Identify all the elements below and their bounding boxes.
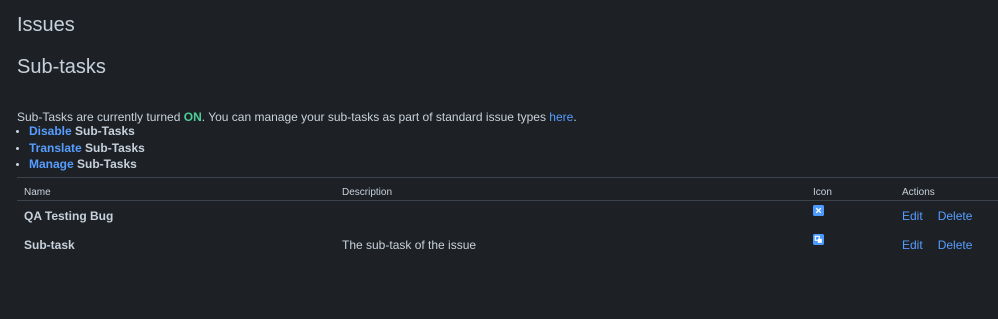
list-item: Translate Sub-Tasks (29, 140, 145, 157)
status-suffix: . (573, 110, 577, 124)
status-middle: . You can manage your sub-tasks as part … (201, 110, 550, 124)
row-icon-cell (806, 201, 895, 231)
list-item: Disable Sub-Tasks (29, 123, 145, 140)
issue-types-link[interactable]: here (549, 110, 573, 124)
page-title: Issues (17, 14, 75, 36)
table-row: QA Testing Bug Edit Delete (17, 201, 998, 231)
row-icon-cell (806, 230, 895, 259)
option-label: Sub-Tasks (81, 140, 145, 155)
edit-button[interactable]: Edit (902, 209, 923, 223)
column-header-actions: Actions (895, 184, 998, 201)
table-row: Sub-task The sub-task of the issue Edit D… (17, 230, 998, 259)
manage-subtasks-link[interactable]: Manage (29, 157, 74, 171)
delete-button[interactable]: Delete (938, 209, 973, 223)
subtask-icon (813, 233, 824, 245)
status-on-flag: ON (183, 110, 202, 124)
qa-bug-icon (813, 204, 824, 216)
column-header-icon: Icon (806, 184, 895, 201)
column-header-description: Description (335, 184, 806, 201)
table-top-divider (17, 177, 998, 178)
row-name: Sub-task (24, 237, 75, 252)
column-header-name: Name (17, 184, 335, 201)
option-label: Sub-Tasks (73, 157, 137, 171)
edit-button[interactable]: Edit (902, 238, 923, 252)
list-item: Manage Sub-Tasks (29, 156, 145, 173)
row-name: QA Testing Bug (24, 208, 114, 223)
section-title: Sub-tasks (17, 56, 106, 78)
subtask-options-list: Disable Sub-Tasks Translate Sub-Tasks Ma… (17, 123, 145, 173)
page: Issues Sub-tasks Sub-Tasks are currently… (0, 0, 998, 319)
row-actions: Edit Delete (895, 201, 998, 231)
row-description: The sub-task of the issue (342, 237, 477, 252)
row-description (335, 201, 806, 231)
option-label: Sub-Tasks (71, 124, 135, 138)
subtasks-status-text: Sub-Tasks are currently turned ON. You c… (17, 110, 577, 124)
subtask-types-table: Name Description Icon Actions QA Testing… (17, 184, 998, 259)
row-actions: Edit Delete (895, 230, 998, 259)
translate-subtasks-link[interactable]: Translate (29, 141, 82, 155)
disable-subtasks-link[interactable]: Disable (29, 124, 72, 138)
table-header-row: Name Description Icon Actions (17, 184, 998, 201)
status-prefix: Sub-Tasks are currently turned (17, 110, 184, 124)
delete-button[interactable]: Delete (938, 238, 973, 252)
